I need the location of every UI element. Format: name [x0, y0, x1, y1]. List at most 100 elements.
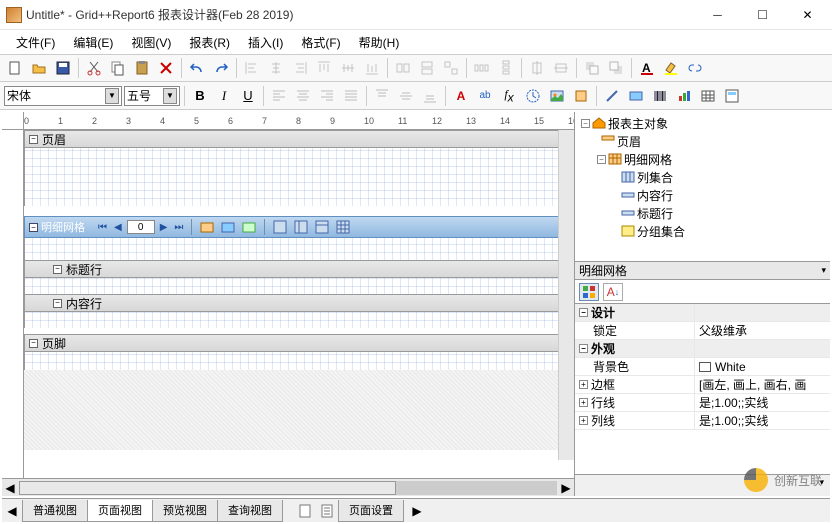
italic-button[interactable]: I [213, 85, 235, 107]
prop-categorized-button[interactable] [579, 283, 599, 301]
page-setup-icon1[interactable] [294, 501, 316, 521]
send-back-button[interactable] [605, 57, 627, 79]
grid-tool-1[interactable] [198, 219, 216, 235]
property-grid[interactable]: −设计 锁定父级维承 −外观 背景色White +边框[画左, 画上, 画右, … [575, 304, 830, 474]
paste-button[interactable] [131, 57, 153, 79]
valign-bottom-button[interactable] [419, 85, 441, 107]
insert-formula-button[interactable]: fx [498, 85, 520, 107]
section-content-row[interactable]: −内容行 [24, 294, 574, 312]
insert-table-button[interactable] [697, 85, 719, 107]
font-fg-button[interactable]: A [636, 57, 658, 79]
new-button[interactable] [4, 57, 26, 79]
grid-tool-7[interactable] [334, 219, 352, 235]
align-left-button[interactable] [241, 57, 263, 79]
insert-sum-button[interactable] [522, 85, 544, 107]
bring-front-button[interactable] [581, 57, 603, 79]
size-combo[interactable]: 五号▼ [124, 86, 180, 106]
vspace-equal-button[interactable] [495, 57, 517, 79]
text-center-button[interactable] [292, 85, 314, 107]
grid-tool-4[interactable] [271, 219, 289, 235]
text-justify-button[interactable] [340, 85, 362, 107]
undo-button[interactable] [186, 57, 208, 79]
align-center-h-button[interactable] [265, 57, 287, 79]
center-h-button[interactable] [526, 57, 548, 79]
tree-page-header[interactable]: 页眉 [577, 132, 828, 150]
delete-button[interactable] [155, 57, 177, 79]
menu-help[interactable]: 帮助(H) [351, 32, 408, 53]
font-combo[interactable]: 宋体▼ [4, 86, 122, 106]
insert-subreport-button[interactable] [721, 85, 743, 107]
nav-next-icon[interactable]: ▶ [158, 222, 170, 233]
insert-rect-button[interactable] [625, 85, 647, 107]
tab-page-settings[interactable]: 页面设置 [338, 500, 404, 522]
tree-groupset[interactable]: 分组集合 [577, 222, 828, 240]
center-v-button[interactable] [550, 57, 572, 79]
menu-view[interactable]: 视图(V) [123, 32, 179, 53]
link-button[interactable] [684, 57, 706, 79]
vertical-scrollbar[interactable] [558, 130, 574, 460]
insert-barcode-button[interactable] [649, 85, 671, 107]
align-middle-button[interactable] [337, 57, 359, 79]
hspace-equal-button[interactable] [471, 57, 493, 79]
design-canvas[interactable]: −页眉 − 明细网格 ⏮ ◀ ▶ ⏭ [24, 130, 574, 478]
same-height-button[interactable] [416, 57, 438, 79]
insert-static-button[interactable]: A [450, 85, 472, 107]
text-left-button[interactable] [268, 85, 290, 107]
insert-line-button[interactable] [601, 85, 623, 107]
tree-content[interactable]: 内容行 [577, 186, 828, 204]
align-right-button[interactable] [289, 57, 311, 79]
record-index-input[interactable] [127, 220, 155, 234]
nav-last-icon[interactable]: ⏭ [172, 222, 185, 233]
redo-button[interactable] [210, 57, 232, 79]
property-panel-header[interactable]: 明细网格▾ [575, 262, 830, 280]
page-setup-icon2[interactable] [316, 501, 338, 521]
font-bg-button[interactable] [660, 57, 682, 79]
menu-insert[interactable]: 插入(I) [240, 32, 291, 53]
copy-button[interactable] [107, 57, 129, 79]
align-bottom-button[interactable] [361, 57, 383, 79]
valign-middle-button[interactable] [395, 85, 417, 107]
tree-root[interactable]: −报表主对象 [577, 114, 828, 132]
save-button[interactable] [52, 57, 74, 79]
bold-button[interactable]: B [189, 85, 211, 107]
section-page-header[interactable]: −页眉 [24, 130, 574, 148]
section-detail-grid[interactable]: − 明细网格 ⏮ ◀ ▶ ⏭ [24, 216, 574, 238]
nav-first-icon[interactable]: ⏮ [96, 222, 109, 233]
minimize-button[interactable]: ─ [695, 1, 740, 29]
menu-file[interactable]: 文件(F) [8, 32, 63, 53]
open-button[interactable] [28, 57, 50, 79]
text-right-button[interactable] [316, 85, 338, 107]
align-top-button[interactable] [313, 57, 335, 79]
insert-chart-button[interactable] [673, 85, 695, 107]
insert-image-button[interactable] [546, 85, 568, 107]
menu-edit[interactable]: 编辑(E) [65, 32, 121, 53]
maximize-button[interactable]: ☐ [740, 1, 785, 29]
insert-shape-button[interactable] [570, 85, 592, 107]
tab-scroll-left[interactable]: ◀ [2, 504, 22, 518]
section-title-row[interactable]: −标题行 [24, 260, 574, 278]
tab-preview[interactable]: 预览视图 [152, 500, 218, 522]
underline-button[interactable]: U [237, 85, 259, 107]
close-button[interactable]: ✕ [785, 1, 830, 29]
tab-page[interactable]: 页面视图 [87, 500, 153, 522]
tree-title[interactable]: 标题行 [577, 204, 828, 222]
section-page-footer[interactable]: −页脚 [24, 334, 574, 352]
object-tree[interactable]: −报表主对象 页眉 −明细网格 列集合 内容行 标题行 分组集合 [575, 112, 830, 262]
horizontal-scrollbar[interactable]: ◀ ▶ [2, 478, 574, 496]
grid-tool-3[interactable] [240, 219, 258, 235]
grid-tool-5[interactable] [292, 219, 310, 235]
prop-alpha-button[interactable]: A↓ [603, 283, 623, 301]
tree-cols[interactable]: 列集合 [577, 168, 828, 186]
grid-tool-6[interactable] [313, 219, 331, 235]
menu-report[interactable]: 报表(R) [181, 32, 238, 53]
tab-scroll-right[interactable]: ▶ [407, 504, 427, 518]
valign-top-button[interactable] [371, 85, 393, 107]
same-size-button[interactable] [440, 57, 462, 79]
tab-query[interactable]: 查询视图 [217, 500, 283, 522]
menu-format[interactable]: 格式(F) [293, 32, 348, 53]
tab-normal[interactable]: 普通视图 [22, 500, 88, 522]
tree-detail[interactable]: −明细网格 [577, 150, 828, 168]
insert-label-button[interactable]: ab [474, 85, 496, 107]
grid-tool-2[interactable] [219, 219, 237, 235]
same-width-button[interactable] [392, 57, 414, 79]
